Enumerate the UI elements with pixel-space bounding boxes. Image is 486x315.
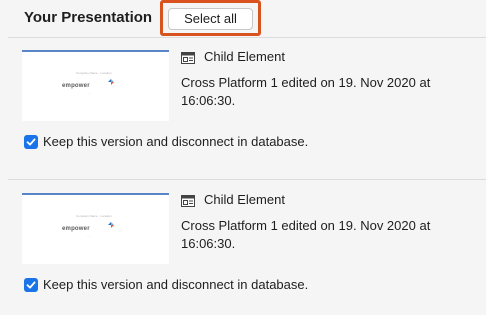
divider [8, 37, 486, 38]
thumbnail-subtext: ······· [86, 92, 92, 95]
thumbnail-subtext: ······· [86, 235, 92, 238]
keep-version-label: Keep this version and disconnect in data… [43, 134, 309, 149]
select-all-button[interactable]: Select all [168, 8, 253, 30]
thumbnail-caption: Company Name · Location [76, 214, 112, 218]
thumbnail-logo-text: empower [62, 226, 90, 232]
child-element-icon [181, 195, 195, 207]
version-item: Company Name · Location empower ······· … [0, 182, 486, 315]
version-description: Cross Platform 1 edited on 19. Nov 2020 … [181, 218, 431, 251]
slide-thumbnail[interactable]: Company Name · Location empower ······· [22, 193, 169, 264]
version-description: Cross Platform 1 edited on 19. Nov 2020 … [181, 75, 431, 108]
logo-mark-icon [108, 222, 114, 228]
panel-header: Your Presentation Select all [0, 0, 486, 37]
checkmark-icon [26, 281, 36, 289]
element-type-label: Child Element [204, 49, 285, 64]
thumbnail-logo-text: empower [62, 83, 90, 89]
version-item: Company Name · Location empower ······· … [0, 39, 486, 179]
keep-version-checkbox[interactable] [24, 278, 38, 292]
child-element-icon [181, 52, 195, 64]
logo-mark-icon [108, 79, 114, 85]
keep-version-label: Keep this version and disconnect in data… [43, 277, 309, 292]
select-all-highlight: Select all [160, 0, 261, 36]
slide-thumbnail[interactable]: Company Name · Location empower ······· [22, 50, 169, 121]
presentation-panel: Your Presentation Select all Company Nam… [0, 0, 486, 315]
thumbnail-caption: Company Name · Location [76, 71, 112, 75]
element-type-label: Child Element [204, 192, 285, 207]
divider [8, 179, 486, 180]
checkmark-icon [26, 138, 36, 146]
keep-version-checkbox[interactable] [24, 135, 38, 149]
panel-title: Your Presentation [24, 9, 153, 26]
